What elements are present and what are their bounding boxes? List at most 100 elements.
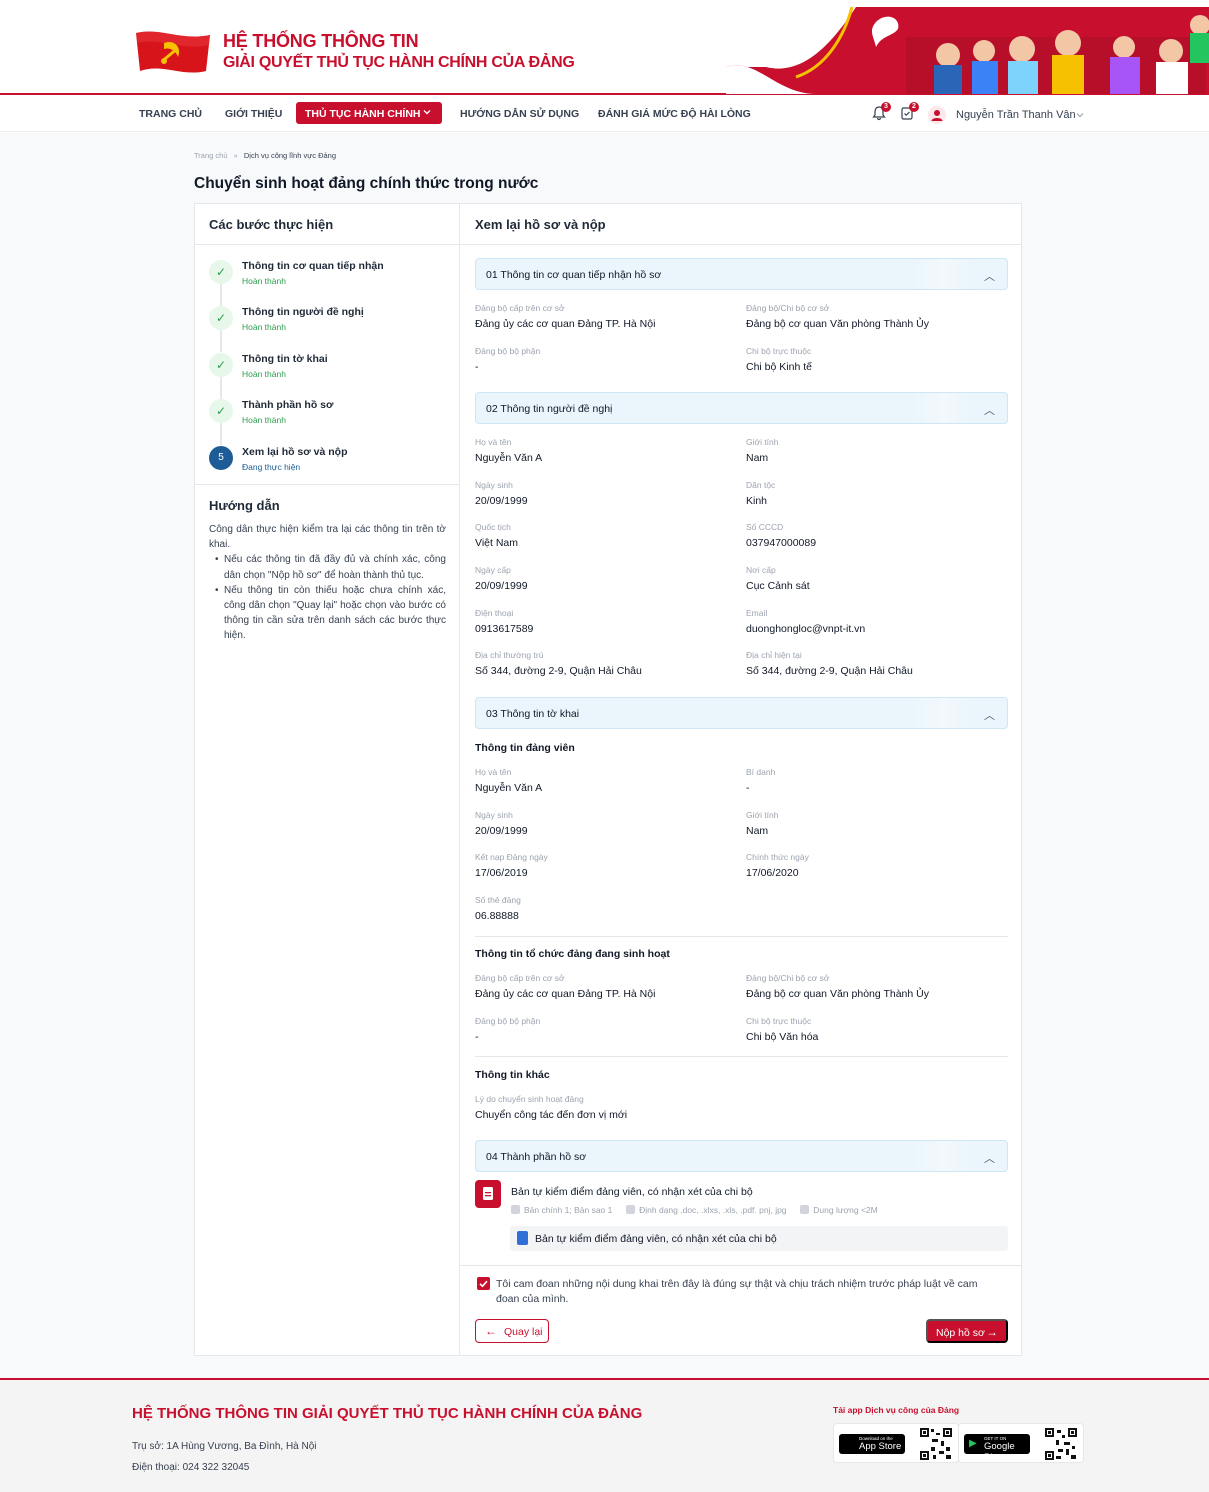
section-3-header[interactable]: 03 Thông tin tờ khai ︿ [475,697,1008,729]
field-value: Nguyễn Văn A [475,452,543,464]
breadcrumb-home[interactable]: Trang chủ [194,151,228,160]
step-3-check-icon[interactable]: ✓ [209,353,233,377]
step-1-check-icon[interactable]: ✓ [209,260,233,284]
member-info-heading: Thông tin đảng viên [475,742,575,754]
party-flag-logo[interactable] [132,27,214,77]
step-connector [220,330,222,352]
step-connector [220,377,222,399]
user-avatar[interactable] [928,106,946,124]
document-title: Bản tự kiểm điểm đảng viên, có nhận xét … [511,1186,753,1198]
field-label: Địa chỉ hiện tại [746,650,802,660]
step-5-number[interactable]: 5 [209,446,233,470]
section-1-title: 01 Thông tin cơ quan tiếp nhận hồ sơ [486,269,662,281]
step-3-title[interactable]: Thông tin tờ khai [242,353,328,365]
field-label: Giới tính [746,437,779,447]
notification-count-badge: 3 [881,102,891,112]
user-icon [931,110,943,121]
submit-button-label: Nộp hồ sơ [936,1327,985,1339]
section-4-header[interactable]: 04 Thành phần hồ sơ ︿ [475,1140,1008,1172]
step-2-title[interactable]: Thông tin người đề nghị [242,306,364,318]
document-copies: Bản chính 1; Bản sao 1 [524,1205,613,1215]
step-2-check-icon[interactable]: ✓ [209,306,233,330]
section-3-title: 03 Thông tin tờ khai [486,708,580,720]
back-button[interactable]: ← Quay lại [475,1319,549,1343]
section-1-header[interactable]: 01 Thông tin cơ quan tiếp nhận hồ sơ ︿ [475,258,1008,290]
nav-satisfaction[interactable]: ĐÁNH GIÁ MỨC ĐỘ HÀI LÒNG [598,108,751,120]
field-label: Đảng bộ/Chi bộ cơ sở [746,973,830,983]
app-store-name: App Store [859,1441,902,1452]
field-value: Đảng bộ cơ quan Văn phòng Thành Ủy [746,318,929,330]
field-value: Số 344, đường 2-9, Quận Hải Châu [746,665,913,677]
step-3-status: Hoàn thành [242,369,286,379]
field-value: - [475,361,479,373]
divider [195,484,459,485]
nav-user-guide[interactable]: HƯỚNG DẪN SỬ DỤNG [460,108,579,120]
field-label: Đảng bộ cấp trên cơ sở [475,973,565,983]
field-value: Đảng bộ cơ quan Văn phòng Thành Ủy [746,988,929,1000]
field-label: Địa chỉ thường trú [475,650,544,660]
submit-button[interactable]: Nộp hồ sơ → [926,1319,1008,1343]
user-name[interactable]: Nguyễn Trần Thanh Vân [956,109,1076,121]
nav-home[interactable]: TRANG CHỦ [139,108,202,120]
tasks-count-badge: 2 [909,102,919,112]
field-value: Đảng ủy các cơ quan Đảng TP. Hà Nội [475,318,656,330]
divider [475,1056,1008,1057]
field-value: Nam [746,825,769,837]
breadcrumb-separator: » [233,151,238,160]
field-label: Giới tính [746,810,779,820]
field-label: Số thẻ đảng [475,895,521,905]
field-label: Nơi cấp [746,565,776,575]
field-value: 17/06/2019 [475,867,528,879]
logo-title-line1: HỆ THỐNG THÔNG TIN [223,31,419,51]
field-value: 20/09/1999 [475,495,528,507]
google-play-download[interactable]: ▶ GET IT ON Google Play [958,1423,1084,1463]
tasks-button[interactable]: 2 [899,102,919,123]
field-value: Nguyễn Văn A [475,782,543,794]
section-2-header[interactable]: 02 Thông tin người đề nghị ︿ [475,392,1008,424]
field-label: Lý do chuyển sinh hoạt đảng [475,1094,584,1104]
play-icon: ▶ [969,1438,977,1449]
step-4-check-icon[interactable]: ✓ [209,399,233,423]
step-1-title[interactable]: Thông tin cơ quan tiếp nhận [242,260,384,272]
file-doc-icon [517,1231,528,1245]
procedure-card [194,203,1022,1356]
app-store-badge[interactable]: Download on the App Store [839,1434,905,1454]
guide-bullet: Nếu thông tin còn thiếu hoặc chưa chính … [215,583,446,644]
guide-bullet: Nếu các thông tin đã đầy đủ và chính xác… [215,552,446,582]
field-value: Chi bộ Kinh tế [746,361,812,373]
review-title: Xem lại hồ sơ và nộp [475,217,606,232]
notification-button[interactable]: 3 [871,102,891,123]
field-label: Chính thức ngày [746,852,809,862]
breadcrumb-current: Dịch vụ công lĩnh vực Đảng [243,151,337,160]
chevron-up-icon: ︿ [984,271,995,283]
nav-admin-procedures[interactable]: THỦ TỤC HÀNH CHÍNH [296,102,442,124]
step-4-title[interactable]: Thành phần hồ sơ [242,399,333,411]
step-connector [220,423,222,445]
divider [475,936,1008,937]
attached-file[interactable]: Bản tự kiểm điểm đảng viên, có nhận xét … [510,1226,1008,1251]
field-label: Đảng bộ bộ phận [475,1016,541,1026]
chevron-up-icon: ︿ [984,405,995,417]
field-value: 0913617589 [475,623,534,635]
guide-text: Công dân thực hiện kiểm tra lại các thôn… [209,522,446,644]
footer-address: Trụ sở: 1A Hùng Vương, Ba Đình, Hà Nội [132,1441,317,1452]
nav-intro[interactable]: GIỚI THIỆU [225,108,282,120]
user-menu-chevron-icon[interactable] [1075,110,1085,120]
app-store-download[interactable]: Download on the App Store [833,1423,959,1463]
guide-title: Hướng dẫn [209,498,280,513]
divider [195,244,459,245]
step-5-title[interactable]: Xem lại hồ sơ và nộp [242,446,348,458]
header-banner-illustration [726,7,1209,94]
pledge-checkbox[interactable] [477,1277,490,1290]
chevron-up-icon: ︿ [984,710,995,722]
google-play-badge[interactable]: ▶ GET IT ON Google Play [964,1434,1030,1463]
file-format-icon [626,1205,636,1214]
site-header: HỆ THỐNG THÔNG TIN GIẢI QUYẾT THỦ TỤC HÀ… [0,0,1209,95]
document-meta: Bản chính 1; Bản sao 1 Định dạng .doc, .… [511,1205,878,1215]
org-info-heading: Thông tin tổ chức đảng đang sinh hoạt [475,948,670,960]
divider [460,244,1021,245]
field-value: Đảng ủy các cơ quan Đảng TP. Hà Nội [475,988,656,1000]
field-value: Kinh [746,495,768,507]
field-label: Ngày cấp [475,565,511,575]
attached-file-name: Bản tự kiểm điểm đảng viên, có nhận xét … [535,1233,777,1245]
